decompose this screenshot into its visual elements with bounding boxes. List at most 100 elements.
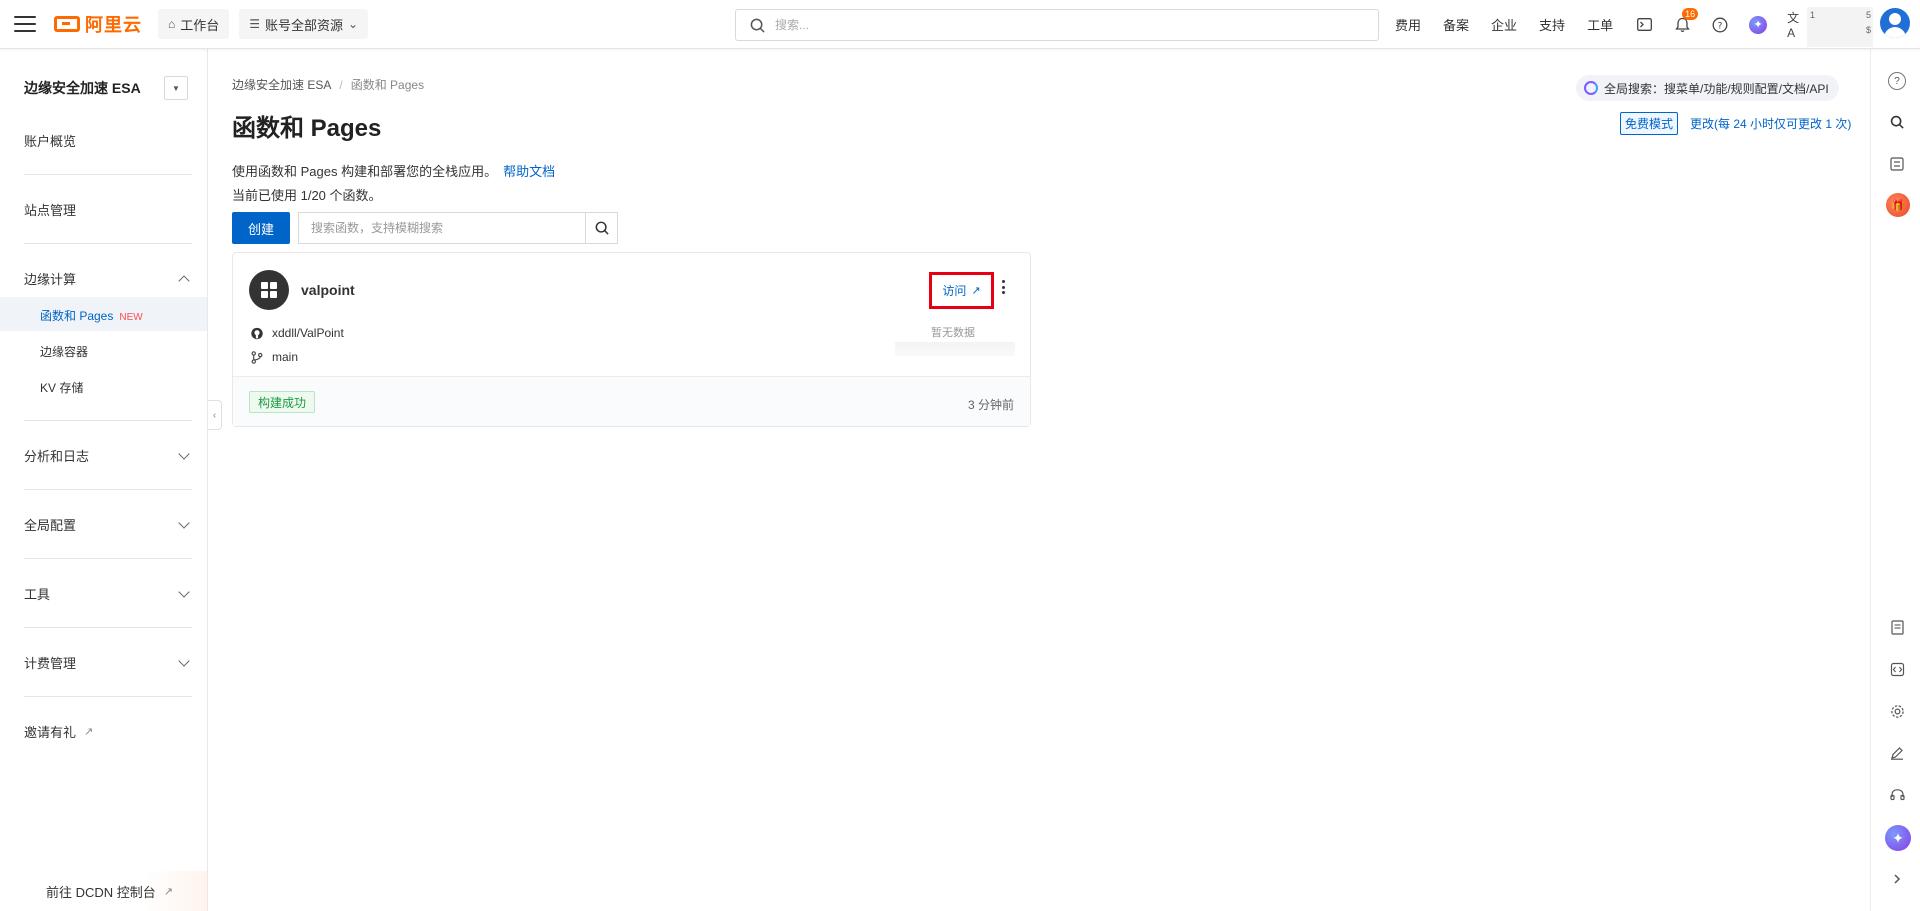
divider [24, 696, 192, 697]
dcdn-console-link[interactable]: 前往 DCDN 控制台 ↗ [0, 871, 207, 911]
global-search-box[interactable] [735, 9, 1379, 41]
sidebar-item-label: 边缘容器 [40, 345, 89, 359]
notification-badge: 16 [1682, 7, 1699, 20]
external-link-icon: ↗ [163, 885, 173, 898]
visit-button[interactable]: 访问 ↗ [929, 272, 994, 309]
breadcrumb-item-esa[interactable]: 边缘安全加速 ESA [232, 76, 331, 93]
nav-filing[interactable]: 备案 [1443, 15, 1469, 34]
product-title: 边缘安全加速 ESA [24, 80, 141, 96]
empty-chart-placeholder [895, 342, 1015, 356]
sidebar-collapse-handle[interactable]: ‹ [208, 400, 222, 430]
checklist-icon[interactable] [1888, 155, 1906, 173]
page-title: 函数和 Pages [232, 115, 382, 142]
sidebar-item-functions-pages[interactable]: 函数和 Pages NEW [40, 307, 143, 324]
menu-icon[interactable] [14, 16, 36, 32]
divider [24, 489, 192, 490]
help-doc-link[interactable]: 帮助文档 [503, 164, 555, 179]
new-badge: NEW [119, 312, 143, 323]
chevron-down-icon [178, 654, 190, 667]
user-account-info[interactable]: 1 5 $ [1807, 7, 1873, 47]
resources-label: 账号全部资源 [265, 17, 344, 33]
chevron-down-icon [178, 447, 190, 460]
aliyun-logo-mark-icon [54, 16, 80, 32]
ai-assistant-icon[interactable]: ✦ [1885, 825, 1911, 851]
workbench-button[interactable]: ⌂ 工作台 [158, 9, 230, 39]
nav-enterprise[interactable]: 企业 [1491, 15, 1517, 34]
search-icon[interactable] [1888, 113, 1906, 131]
global-search-input[interactable] [775, 18, 1378, 32]
sidebar-item-invite[interactable]: 邀请有礼 ↗ [24, 722, 192, 741]
global-search-pill[interactable]: 全局搜索：搜菜单/功能/规则配置/文档/API [1576, 75, 1839, 101]
search-icon [750, 18, 765, 33]
build-time: 3 分钟前 [967, 398, 1014, 412]
app-grid-icon [249, 270, 289, 310]
svg-text:?: ? [1718, 21, 1723, 31]
nav-support[interactable]: 支持 [1539, 15, 1565, 34]
function-search-input[interactable] [298, 212, 586, 244]
repo-row: xddll/ValPoint [250, 326, 344, 340]
headset-icon[interactable] [1888, 786, 1906, 804]
edit-icon[interactable] [1888, 744, 1906, 762]
global-search-label: 全局搜索：搜菜单/功能/规则配置/文档/API [1604, 81, 1829, 96]
ai-assistant-icon[interactable]: ✦ [1749, 15, 1768, 34]
resources-dropdown[interactable]: ☰ 账号全部资源 ⌄ [239, 9, 369, 39]
gear-icon[interactable] [1888, 702, 1906, 720]
language-icon[interactable]: 文A [1787, 11, 1805, 40]
sidebar-item-label: KV 存储 [40, 381, 84, 395]
repo-name[interactable]: xddll/ValPoint [272, 326, 344, 340]
plan-mode-tag: 免费模式 [1620, 112, 1679, 135]
sidebar-group-global-config[interactable]: 全局配置 [24, 515, 192, 534]
visit-label: 访问 [942, 284, 967, 298]
search-icon [595, 221, 609, 235]
chevron-down-icon [178, 585, 190, 598]
function-card[interactable]: valpoint 访问 ↗ xddll/ValPoint main 暂无数据 构… [232, 252, 1031, 427]
user-fragment-1: 1 [1810, 10, 1816, 20]
help-icon[interactable]: ? [1711, 16, 1729, 34]
sidebar-group-analytics[interactable]: 分析和日志 [24, 446, 192, 465]
sidebar-header: 边缘安全加速 ESA ▼ [24, 76, 188, 100]
git-branch-icon [251, 350, 263, 364]
create-button[interactable]: 创建 [232, 212, 290, 244]
sidebar-item-kv-storage[interactable]: KV 存储 [40, 379, 83, 396]
aliyun-logo[interactable]: 阿里云 [54, 11, 142, 37]
more-actions-icon[interactable] [997, 277, 1009, 297]
no-data-text: 暂无数据 [931, 327, 975, 339]
user-fragment-2: 5 [1865, 10, 1871, 20]
document-icon[interactable] [1888, 618, 1906, 636]
sidebar-group-tools[interactable]: 工具 [24, 584, 192, 603]
breadcrumb-separator: / [339, 77, 343, 92]
sidebar-item-edge-container[interactable]: 边缘容器 [40, 343, 88, 360]
chevron-up-icon [178, 274, 190, 287]
avatar[interactable] [1880, 8, 1910, 38]
terminal-icon[interactable] [1635, 16, 1653, 34]
sidebar: 边缘安全加速 ESA ▼ 账户概览 站点管理 边缘计算 函数和 Pages NEW… [0, 49, 208, 911]
divider [24, 558, 192, 559]
sidebar-item-label: 账户概览 [24, 134, 77, 149]
resource-list-icon: ☰ [249, 17, 261, 31]
card-footer: 构建成功 3 分钟前 [233, 377, 1030, 426]
branch-row: main [250, 350, 298, 364]
function-search-button[interactable] [585, 212, 618, 244]
sidebar-item-label: 站点管理 [24, 203, 77, 218]
right-tool-rail: ? 🎁 ✦ [1870, 49, 1920, 911]
chevron-right-icon[interactable] [1888, 870, 1906, 888]
breadcrumb-item-current: 函数和 Pages [350, 78, 425, 92]
gift-icon[interactable]: 🎁 [1886, 193, 1910, 217]
change-plan-link[interactable]: 更改(每 24 小时仅可更改 1 次) [1690, 115, 1851, 132]
bell-icon[interactable]: 16 [1673, 7, 1699, 34]
product-switch-dropdown[interactable]: ▼ [164, 76, 188, 100]
home-icon: ⌂ [168, 17, 176, 31]
sidebar-group-billing[interactable]: 计费管理 [24, 653, 192, 672]
sidebar-item-site-management[interactable]: 站点管理 [24, 200, 192, 219]
code-icon[interactable] [1888, 660, 1906, 678]
card-body: valpoint 访问 ↗ xddll/ValPoint main 暂无数据 [233, 253, 1030, 377]
nav-fees[interactable]: 费用 [1395, 15, 1421, 34]
branch-name: main [272, 350, 299, 364]
function-name[interactable]: valpoint [301, 282, 355, 298]
help-icon[interactable]: ? [1888, 72, 1906, 90]
chevron-down-icon: ⌄ [348, 17, 359, 31]
nav-ticket[interactable]: 工单 [1587, 15, 1613, 34]
sidebar-group-edge-compute[interactable]: 边缘计算 [24, 269, 192, 288]
sidebar-item-overview[interactable]: 账户概览 [24, 131, 192, 150]
usage-text: 当前已使用 1/20 个函数。 [232, 188, 382, 203]
